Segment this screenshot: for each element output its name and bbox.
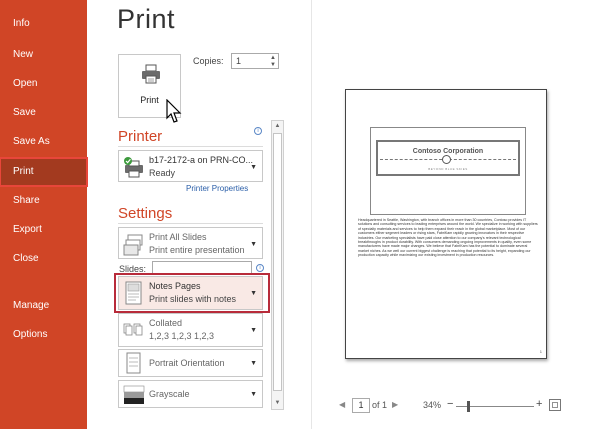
- chevron-down-icon: ▼: [250, 164, 257, 171]
- zoom-level: 34%: [423, 400, 442, 410]
- settings-heading: Settings: [118, 205, 173, 222]
- fit-page-icon: [552, 402, 558, 408]
- settings-scrollbar[interactable]: ▲ ▼: [271, 120, 284, 410]
- divider: [118, 223, 263, 224]
- slides-stack-icon: [123, 234, 143, 256]
- spin-up-icon[interactable]: ▲: [269, 55, 277, 61]
- previous-page-icon[interactable]: ◀: [339, 400, 345, 409]
- orientation-dropdown[interactable]: Portrait Orientation ▼: [118, 349, 263, 377]
- slide-subtitle: BEYOND BLUE SKIES: [428, 167, 468, 171]
- info-icon[interactable]: i: [256, 264, 264, 272]
- page-count: of 1: [372, 400, 388, 410]
- nav-share[interactable]: Share: [0, 188, 87, 214]
- chevron-down-icon: ▼: [250, 241, 257, 248]
- mouse-cursor-icon: [166, 99, 182, 123]
- print-preview-page: Contoso Corporation BEYOND BLUE SKIES He…: [345, 89, 547, 359]
- zoom-in-icon[interactable]: +: [536, 398, 542, 410]
- slides-range-dropdown[interactable]: Print All Slides Print entire presentati…: [118, 227, 263, 259]
- scroll-thumb[interactable]: [273, 133, 282, 391]
- printer-heading: Printer: [118, 128, 163, 145]
- nav-export[interactable]: Export: [0, 217, 87, 243]
- scroll-up-icon[interactable]: ▲: [272, 121, 283, 132]
- printer-dropdown[interactable]: b17-2172-a on PRN-CO... Ready ▼: [118, 150, 263, 182]
- portrait-page-icon: [126, 352, 141, 374]
- preview-page-number: 1: [539, 349, 542, 354]
- printer-ready-icon: [124, 157, 143, 178]
- nav-new[interactable]: New: [0, 42, 87, 68]
- ring-icon: [442, 155, 451, 164]
- divider: [118, 146, 263, 147]
- nav-open[interactable]: Open: [0, 71, 87, 97]
- info-icon[interactable]: i: [254, 127, 262, 135]
- copies-label: Copies:: [193, 56, 224, 66]
- slide-title: Contoso Corporation: [412, 148, 484, 155]
- divider: [311, 0, 312, 429]
- collation-dropdown[interactable]: Collated 1,2,3 1,2,3 1,2,3 ▼: [118, 313, 263, 347]
- printer-icon: [142, 64, 160, 84]
- color-dropdown[interactable]: Grayscale ▼: [118, 380, 263, 408]
- nav-save[interactable]: Save: [0, 100, 87, 126]
- page-title: Print: [117, 4, 176, 34]
- slide-thumbnail: Contoso Corporation BEYOND BLUE SKIES: [370, 127, 526, 215]
- next-page-icon[interactable]: ▶: [392, 400, 398, 409]
- chevron-down-icon: ▼: [250, 391, 257, 398]
- slides-range-subtitle: Print entire presentation: [149, 245, 245, 255]
- printer-status: Ready: [149, 168, 176, 178]
- collate-icon: [123, 323, 143, 336]
- nav-options[interactable]: Options: [0, 322, 87, 348]
- chevron-down-icon: ▼: [250, 327, 257, 334]
- nav-manage[interactable]: Manage: [0, 293, 87, 319]
- nav-save-as[interactable]: Save As: [0, 129, 87, 155]
- collation-title: Collated: [149, 318, 183, 328]
- scroll-down-icon[interactable]: ▼: [272, 398, 283, 409]
- current-page-input[interactable]: 1: [352, 398, 370, 413]
- zoom-to-page-icon[interactable]: [549, 399, 561, 411]
- slides-range-title: Print All Slides: [149, 232, 207, 242]
- color-title: Grayscale: [149, 389, 190, 399]
- copies-value: 1: [236, 56, 242, 66]
- zoom-out-icon[interactable]: −: [447, 398, 453, 410]
- nav-info[interactable]: Info: [0, 11, 87, 37]
- orientation-title: Portrait Orientation: [149, 358, 225, 368]
- chevron-down-icon: ▼: [250, 360, 257, 367]
- nav-print[interactable]: Print: [0, 157, 88, 187]
- collation-subtitle: 1,2,3 1,2,3 1,2,3: [149, 331, 215, 341]
- highlight-box: [114, 273, 270, 313]
- printer-properties-link[interactable]: Printer Properties: [186, 184, 248, 193]
- nav-close[interactable]: Close: [0, 246, 87, 272]
- spin-down-icon[interactable]: ▼: [269, 62, 277, 68]
- copies-stepper[interactable]: 1 ▲ ▼: [231, 53, 279, 69]
- notes-text: Headquartered in Seattle, Washington, wi…: [358, 218, 538, 258]
- backstage-sidebar: Info New Open Save Save As Print Share E…: [0, 0, 88, 429]
- zoom-slider-thumb[interactable]: [467, 401, 470, 412]
- slide-title-band: Contoso Corporation BEYOND BLUE SKIES: [376, 140, 520, 176]
- printer-name: b17-2172-a on PRN-CO...: [149, 155, 254, 165]
- grayscale-icon: [123, 385, 145, 404]
